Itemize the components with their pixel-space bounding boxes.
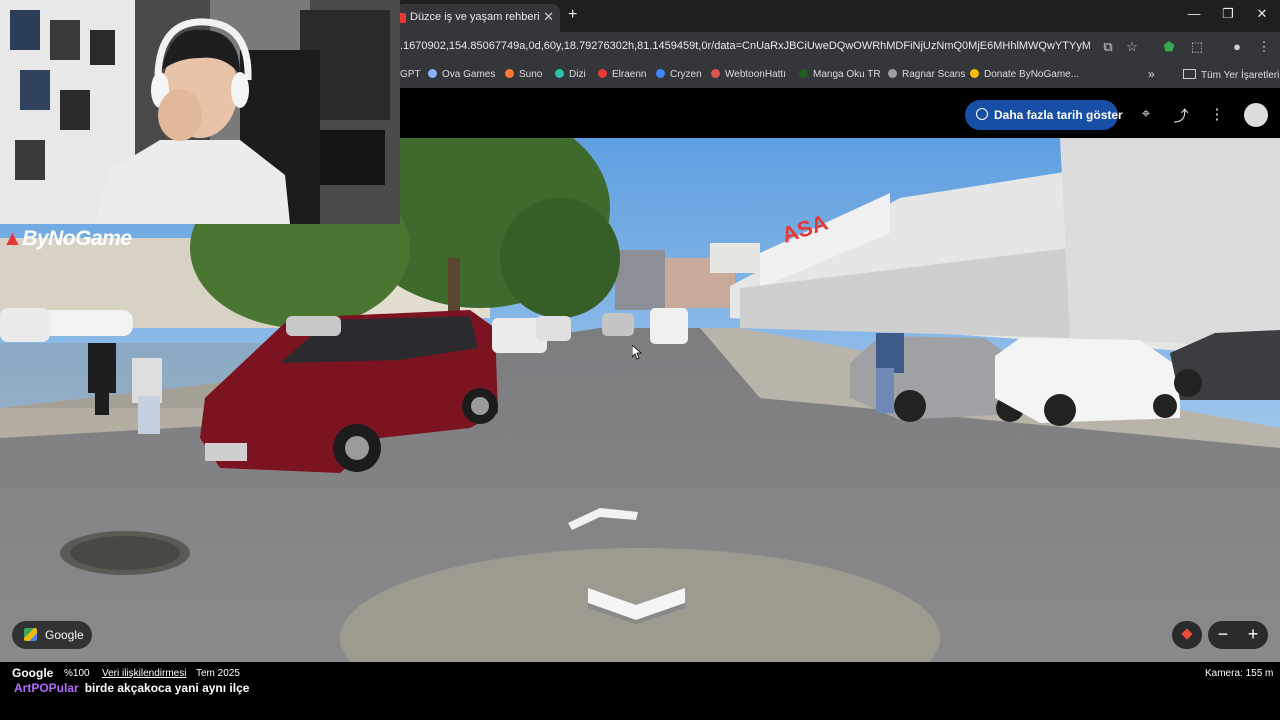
bookmark-label: Ragnar Scans — [902, 69, 966, 80]
url-field[interactable]: .1670902,154.85067749a,0d,60y,18.7927630… — [400, 40, 1090, 52]
chat-username: ArtPOPular — [14, 681, 79, 695]
streamer-webcam-image — [0, 0, 400, 224]
bookmark-label: Dizi — [569, 69, 586, 80]
bookmark-donate[interactable]: Donate ByNoGame... — [970, 69, 1079, 80]
capture-date: Tem 2025 — [196, 668, 240, 679]
bookmark-label: Manga Oku TR — [813, 69, 881, 80]
new-tab-button[interactable]: + — [568, 6, 577, 24]
google-chip-label: Google — [45, 628, 84, 642]
google-maps-icon — [24, 628, 37, 641]
ragnar-icon — [888, 69, 897, 78]
dizi-icon — [555, 69, 564, 78]
adblock-shield-icon[interactable]: ⬟ — [1161, 39, 1177, 55]
more-options-icon[interactable]: ⋮ — [1207, 105, 1227, 123]
bookmark-label: Ova Games — [442, 69, 496, 80]
browser-menu-icon[interactable]: ⋮ — [1256, 39, 1272, 55]
flame-icon: ▲ — [2, 227, 23, 250]
bookmark-ragnar-scans[interactable]: Ragnar Scans — [888, 69, 965, 80]
bookmark-label: Elraenn — [612, 69, 647, 80]
extensions-icon[interactable]: ⬚ — [1189, 39, 1205, 55]
youtube-icon — [598, 69, 607, 78]
bookmark-ova-games[interactable]: Ova Games — [428, 69, 495, 80]
profile-avatar-icon[interactable]: ● — [1229, 39, 1245, 54]
folder-icon — [1183, 69, 1196, 79]
minimize-button[interactable]: — — [1184, 6, 1204, 21]
donate-icon — [970, 69, 979, 78]
close-window-button[interactable]: ✕ — [1252, 6, 1272, 22]
tab-active[interactable]: Düzce iş ve yaşam rehberi ✕ — [396, 4, 560, 32]
bookmark-dizi[interactable]: Dizi — [555, 69, 586, 80]
bynogame-logo: ▲ByNoGame — [2, 227, 132, 251]
bookmark-label: GPT — [400, 69, 421, 80]
ova-games-icon — [428, 69, 437, 78]
manga-icon — [799, 69, 808, 78]
bookmark-suno[interactable]: Suno — [505, 69, 542, 80]
zoom-in-button[interactable]: + — [1243, 624, 1263, 645]
cryzen-icon — [656, 69, 665, 78]
restore-button[interactable]: ❐ — [1218, 6, 1238, 22]
google-brand: Google — [12, 666, 54, 680]
webtoon-icon — [711, 69, 720, 78]
bookmark-label: WebtoonHattı — [725, 69, 786, 80]
bookmark-webtoonhatti[interactable]: WebtoonHattı — [711, 69, 786, 80]
data-attribution-link[interactable]: Veri ilişkilendirmesi — [102, 668, 186, 679]
bookmark-elraenn[interactable]: Elraenn — [598, 69, 646, 80]
bookmark-gpt[interactable]: GPT — [400, 69, 421, 80]
bookmark-label: Cryzen — [670, 69, 702, 80]
chat-message: ArtPOPular birde akçakoca yani aynı ilçe — [14, 681, 249, 695]
logo-text: ByNoGame — [22, 227, 132, 250]
bookmark-label: Suno — [519, 69, 543, 80]
compass-icon[interactable] — [1244, 103, 1268, 127]
share-icon[interactable]: ⤴ — [1171, 105, 1191, 126]
bookmark-manga-oku[interactable]: Manga Oku TR — [799, 69, 881, 80]
all-bookmarks-label: Tüm Yer İşaretleri — [1201, 70, 1280, 81]
tab-close-icon[interactable]: ✕ — [543, 9, 554, 25]
zoom-level: %100 — [64, 668, 90, 679]
webcam-overlay — [0, 0, 400, 224]
more-dates-button[interactable]: Daha fazla tarih göster — [965, 100, 1123, 130]
mouse-cursor-icon — [632, 345, 642, 360]
screenshot-icon[interactable]: ⌖ — [1136, 105, 1156, 122]
suno-icon — [505, 69, 514, 78]
bookmark-star-icon[interactable]: ☆ — [1124, 39, 1140, 55]
bookmark-label: Donate ByNoGame... — [984, 69, 1080, 80]
chat-text: birde akçakoca yani aynı ilçe — [84, 681, 250, 695]
pegman-button[interactable] — [1172, 621, 1202, 649]
history-clock-icon — [976, 108, 988, 120]
zoom-out-button[interactable]: − — [1213, 624, 1233, 645]
zoom-control: − + — [1208, 621, 1268, 649]
bookmark-cryzen[interactable]: Cryzen — [656, 69, 702, 80]
tab-title: Düzce iş ve yaşam rehberi — [410, 11, 540, 23]
all-bookmarks-folder[interactable]: Tüm Yer İşaretleri — [1183, 69, 1279, 81]
pegman-icon — [1181, 628, 1193, 640]
camera-distance: Kamera: 155 m — [1205, 668, 1274, 679]
bookmarks-overflow-button[interactable]: » — [1148, 67, 1155, 81]
google-maps-chip[interactable]: Google — [12, 621, 92, 649]
more-dates-label: Daha fazla tarih göster — [994, 108, 1123, 122]
install-app-icon[interactable]: ⧉ — [1100, 39, 1116, 55]
